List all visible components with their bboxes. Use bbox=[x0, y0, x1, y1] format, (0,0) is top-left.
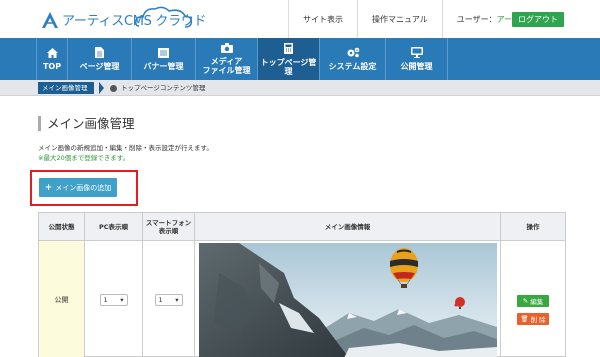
breadcrumb-current[interactable]: メイン画像管理 bbox=[38, 82, 94, 94]
main-image-table: 公開状態 PC表示順 スマートフォン 表示順 メイン画像情報 操作 公開 1 ▾… bbox=[38, 212, 566, 357]
dropdown-arrow-icon: ▾ bbox=[120, 295, 124, 304]
camera-icon bbox=[220, 43, 233, 56]
list-icon bbox=[158, 47, 169, 61]
header-pc-order: PC表示順 bbox=[85, 213, 143, 241]
nav-top-page-management[interactable]: トップページ管理 bbox=[258, 38, 320, 80]
delete-label: 削 除 bbox=[530, 316, 546, 324]
main-nav: TOP ページ管理 バナー管理 メディア ファイル管理 トップページ管理 システ… bbox=[0, 38, 600, 80]
page-note: ※最大20個まで登録できます。 bbox=[38, 154, 130, 162]
nav-system-settings[interactable]: システム設定 bbox=[320, 38, 386, 80]
manual-link[interactable]: 操作マニュアル bbox=[357, 0, 442, 38]
nav-media-file-management[interactable]: メディア ファイル管理 bbox=[196, 38, 258, 80]
header-status: 公開状態 bbox=[39, 213, 85, 241]
nav-page-management-label: ページ管理 bbox=[79, 62, 120, 71]
nav-publish-management-label: 公開管理 bbox=[400, 62, 433, 71]
row-sp-order-cell: 1 ▾ bbox=[143, 241, 195, 357]
breadcrumb-next-label: トップページコンテンツ管理 bbox=[121, 84, 206, 92]
document-icon bbox=[95, 47, 104, 61]
nav-page-management[interactable]: ページ管理 bbox=[68, 38, 132, 80]
sp-order-value: 1 bbox=[158, 295, 163, 304]
breadcrumb-arrow-icon bbox=[99, 82, 104, 94]
table-header: 公開状態 PC表示順 スマートフォン 表示順 メイン画像情報 操作 bbox=[39, 213, 565, 241]
add-main-image-button[interactable]: + メイン画像の追加 bbox=[39, 178, 117, 197]
home-icon bbox=[46, 47, 58, 61]
pencil-icon: ✎ bbox=[522, 297, 529, 305]
sp-order-select[interactable]: 1 ▾ bbox=[154, 293, 183, 306]
breadcrumb-dot-icon bbox=[110, 84, 117, 92]
nav-banner-management-label: バナー管理 bbox=[143, 61, 184, 71]
logout-button[interactable]: ログアウト bbox=[512, 12, 564, 27]
main-image-thumbnail[interactable] bbox=[199, 243, 497, 357]
row-pc-order-cell: 1 ▾ bbox=[85, 241, 143, 357]
row-status: 公開 bbox=[39, 241, 85, 357]
breadcrumb: メイン画像管理 トップページコンテンツ管理 bbox=[0, 80, 600, 96]
dropdown-arrow-icon: ▾ bbox=[175, 295, 179, 304]
logo-mark-icon bbox=[42, 11, 58, 28]
breadcrumb-next[interactable]: トップページコンテンツ管理 bbox=[110, 82, 205, 94]
header-actions: 操作 bbox=[526, 223, 540, 231]
nav-media-file-management-label: メディア ファイル管理 bbox=[202, 57, 251, 75]
page-title: メイン画像管理 bbox=[38, 116, 135, 131]
breadcrumb-current-label: メイン画像管理 bbox=[42, 84, 88, 92]
nav-top-label: TOP bbox=[42, 61, 62, 71]
nav-top-page-management-label: トップページ管理 bbox=[260, 57, 317, 76]
edit-button[interactable]: ✎ 編集 bbox=[517, 295, 549, 307]
nav-system-settings-label: システム設定 bbox=[328, 62, 377, 71]
plus-icon: + bbox=[44, 182, 53, 193]
nav-publish-management[interactable]: 公開管理 bbox=[386, 38, 448, 80]
table-row: 公開 1 ▾ 1 ▾ bbox=[39, 241, 565, 357]
delete-button[interactable]: 🗑 削 除 bbox=[517, 313, 549, 325]
monitor-icon bbox=[410, 47, 423, 61]
add-main-image-label: メイン画像の追加 bbox=[55, 183, 112, 192]
user-prefix: ユーザー： bbox=[456, 14, 497, 24]
nav-banner-management[interactable]: バナー管理 bbox=[132, 38, 196, 80]
trash-icon: 🗑 bbox=[520, 315, 529, 323]
header-image-info: メイン画像情報 bbox=[195, 213, 501, 241]
site-view-link[interactable]: サイト表示 bbox=[288, 0, 357, 38]
top-header: アーティスCMS クラウド サイト表示 操作マニュアル ユーザー：アーティスさん… bbox=[0, 0, 600, 38]
page-description: メイン画像の新規追加・編集・削除・表示設定が行えます。 bbox=[38, 144, 213, 152]
logo-cloud-icon bbox=[135, 6, 193, 28]
nav-top[interactable]: TOP bbox=[36, 38, 68, 80]
header-sp-order: スマートフォン 表示順 bbox=[143, 213, 195, 241]
calculator-icon bbox=[284, 42, 293, 57]
gears-icon bbox=[346, 47, 360, 61]
pc-order-value: 1 bbox=[103, 295, 108, 304]
edit-label: 編集 bbox=[530, 298, 544, 306]
pc-order-select[interactable]: 1 ▾ bbox=[99, 293, 128, 306]
